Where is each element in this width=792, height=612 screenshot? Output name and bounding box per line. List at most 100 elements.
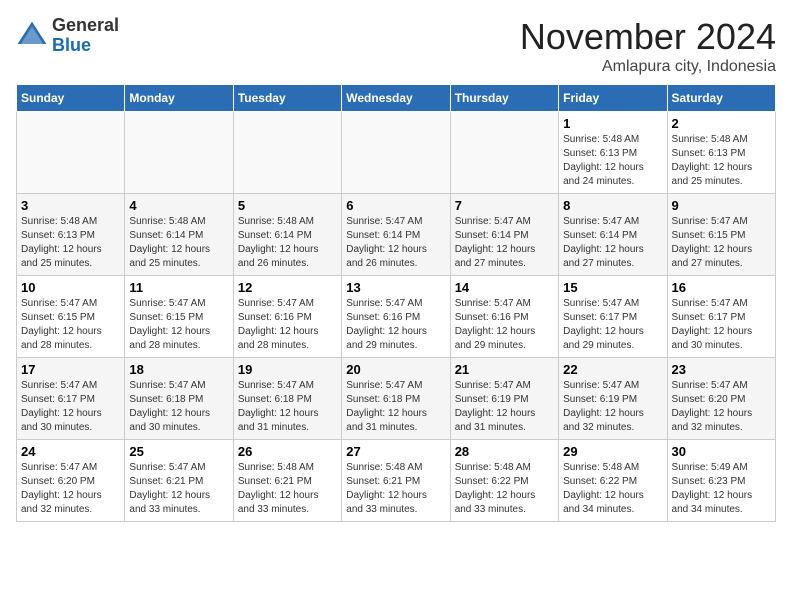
calendar-table: SundayMondayTuesdayWednesdayThursdayFrid…: [16, 84, 776, 522]
day-info: Sunrise: 5:48 AM Sunset: 6:14 PM Dayligh…: [238, 215, 337, 271]
month-year-title: November 2024: [520, 16, 776, 58]
calendar-cell: [233, 112, 341, 194]
day-number: 19: [238, 362, 337, 377]
day-number: 27: [346, 444, 445, 459]
calendar-cell: 3 Sunrise: 5:48 AM Sunset: 6:13 PM Daylig…: [17, 194, 125, 276]
calendar-cell: 11 Sunrise: 5:47 AM Sunset: 6:15 PM Dayli…: [125, 276, 233, 358]
calendar-cell: 5 Sunrise: 5:48 AM Sunset: 6:14 PM Daylig…: [233, 194, 341, 276]
logo: General Blue: [16, 16, 119, 56]
day-number: 23: [672, 362, 771, 377]
week-row-5: 24Sunrise: 5:47 AM Sunset: 6:20 PM Dayli…: [17, 440, 776, 522]
day-info: Sunrise: 5:48 AM Sunset: 6:13 PM Dayligh…: [563, 133, 662, 189]
week-row-2: 3 Sunrise: 5:48 AM Sunset: 6:13 PM Daylig…: [17, 194, 776, 276]
calendar-cell: 2 Sunrise: 5:48 AM Sunset: 6:13 PM Daylig…: [667, 112, 775, 194]
day-number: 13: [346, 280, 445, 295]
day-number: 3: [21, 198, 120, 213]
day-number: 28: [455, 444, 554, 459]
day-info: Sunrise: 5:47 AM Sunset: 6:19 PM Dayligh…: [455, 379, 554, 435]
day-info: Sunrise: 5:47 AM Sunset: 6:16 PM Dayligh…: [455, 297, 554, 353]
calendar-cell: 9 Sunrise: 5:47 AM Sunset: 6:15 PM Daylig…: [667, 194, 775, 276]
weekday-header-wednesday: Wednesday: [342, 85, 450, 112]
calendar-cell: 10 Sunrise: 5:47 AM Sunset: 6:15 PM Dayli…: [17, 276, 125, 358]
calendar-cell: 8 Sunrise: 5:47 AM Sunset: 6:14 PM Daylig…: [559, 194, 667, 276]
day-number: 4: [129, 198, 228, 213]
day-number: 15: [563, 280, 662, 295]
day-number: 1: [563, 116, 662, 131]
day-info: Sunrise: 5:48 AM Sunset: 6:21 PM Dayligh…: [238, 461, 337, 517]
day-number: 6: [346, 198, 445, 213]
day-info: Sunrise: 5:47 AM Sunset: 6:14 PM Dayligh…: [563, 215, 662, 271]
day-info: Sunrise: 5:47 AM Sunset: 6:18 PM Dayligh…: [129, 379, 228, 435]
day-number: 20: [346, 362, 445, 377]
day-number: 17: [21, 362, 120, 377]
day-number: 16: [672, 280, 771, 295]
logo-general-text: General: [52, 15, 119, 35]
day-info: Sunrise: 5:48 AM Sunset: 6:21 PM Dayligh…: [346, 461, 445, 517]
calendar-cell: 18 Sunrise: 5:47 AM Sunset: 6:18 PM Dayli…: [125, 358, 233, 440]
day-number: 26: [238, 444, 337, 459]
calendar-cell: 14 Sunrise: 5:47 AM Sunset: 6:16 PM Dayli…: [450, 276, 558, 358]
calendar-cell: 17 Sunrise: 5:47 AM Sunset: 6:17 PM Dayli…: [17, 358, 125, 440]
calendar-cell: 13Sunrise: 5:47 AM Sunset: 6:16 PM Dayli…: [342, 276, 450, 358]
calendar-cell: 15Sunrise: 5:47 AM Sunset: 6:17 PM Dayli…: [559, 276, 667, 358]
calendar-cell: [125, 112, 233, 194]
day-number: 29: [563, 444, 662, 459]
day-number: 18: [129, 362, 228, 377]
day-info: Sunrise: 5:47 AM Sunset: 6:21 PM Dayligh…: [129, 461, 228, 517]
day-info: Sunrise: 5:49 AM Sunset: 6:23 PM Dayligh…: [672, 461, 771, 517]
calendar-cell: 25 Sunrise: 5:47 AM Sunset: 6:21 PM Dayli…: [125, 440, 233, 522]
day-info: Sunrise: 5:48 AM Sunset: 6:13 PM Dayligh…: [21, 215, 120, 271]
calendar-cell: 19 Sunrise: 5:47 AM Sunset: 6:18 PM Dayli…: [233, 358, 341, 440]
day-number: 10: [21, 280, 120, 295]
day-number: 30: [672, 444, 771, 459]
calendar-cell: [342, 112, 450, 194]
day-info: Sunrise: 5:47 AM Sunset: 6:16 PM Dayligh…: [238, 297, 337, 353]
day-number: 14: [455, 280, 554, 295]
day-info: Sunrise: 5:47 AM Sunset: 6:15 PM Dayligh…: [672, 215, 771, 271]
calendar-cell: 16 Sunrise: 5:47 AM Sunset: 6:17 PM Dayli…: [667, 276, 775, 358]
day-info: Sunrise: 5:48 AM Sunset: 6:13 PM Dayligh…: [672, 133, 771, 189]
weekday-header-monday: Monday: [125, 85, 233, 112]
day-number: 22: [563, 362, 662, 377]
day-number: 25: [129, 444, 228, 459]
day-info: Sunrise: 5:47 AM Sunset: 6:18 PM Dayligh…: [238, 379, 337, 435]
weekday-header-row: SundayMondayTuesdayWednesdayThursdayFrid…: [17, 85, 776, 112]
logo-blue-text: Blue: [52, 35, 91, 55]
day-number: 9: [672, 198, 771, 213]
day-info: Sunrise: 5:47 AM Sunset: 6:15 PM Dayligh…: [21, 297, 120, 353]
day-number: 7: [455, 198, 554, 213]
day-info: Sunrise: 5:47 AM Sunset: 6:14 PM Dayligh…: [455, 215, 554, 271]
day-info: Sunrise: 5:47 AM Sunset: 6:15 PM Dayligh…: [129, 297, 228, 353]
day-info: Sunrise: 5:47 AM Sunset: 6:20 PM Dayligh…: [672, 379, 771, 435]
day-info: Sunrise: 5:47 AM Sunset: 6:19 PM Dayligh…: [563, 379, 662, 435]
logo-icon: [16, 20, 48, 52]
week-row-3: 10 Sunrise: 5:47 AM Sunset: 6:15 PM Dayli…: [17, 276, 776, 358]
day-number: 2: [672, 116, 771, 131]
calendar-cell: 4Sunrise: 5:48 AM Sunset: 6:14 PM Daylig…: [125, 194, 233, 276]
day-info: Sunrise: 5:47 AM Sunset: 6:20 PM Dayligh…: [21, 461, 120, 517]
calendar-cell: 21 Sunrise: 5:47 AM Sunset: 6:19 PM Dayli…: [450, 358, 558, 440]
location-subtitle: Amlapura city, Indonesia: [520, 58, 776, 76]
calendar-cell: 22 Sunrise: 5:47 AM Sunset: 6:19 PM Dayli…: [559, 358, 667, 440]
day-info: Sunrise: 5:47 AM Sunset: 6:14 PM Dayligh…: [346, 215, 445, 271]
day-info: Sunrise: 5:47 AM Sunset: 6:17 PM Dayligh…: [672, 297, 771, 353]
calendar-cell: 23 Sunrise: 5:47 AM Sunset: 6:20 PM Dayli…: [667, 358, 775, 440]
calendar-cell: 7 Sunrise: 5:47 AM Sunset: 6:14 PM Daylig…: [450, 194, 558, 276]
calendar-cell: [17, 112, 125, 194]
calendar-cell: 30 Sunrise: 5:49 AM Sunset: 6:23 PM Dayli…: [667, 440, 775, 522]
day-number: 8: [563, 198, 662, 213]
weekday-header-tuesday: Tuesday: [233, 85, 341, 112]
calendar-cell: 27 Sunrise: 5:48 AM Sunset: 6:21 PM Dayli…: [342, 440, 450, 522]
day-number: 11: [129, 280, 228, 295]
calendar-cell: 1 Sunrise: 5:48 AM Sunset: 6:13 PM Daylig…: [559, 112, 667, 194]
day-info: Sunrise: 5:47 AM Sunset: 6:17 PM Dayligh…: [21, 379, 120, 435]
weekday-header-sunday: Sunday: [17, 85, 125, 112]
page-header: General Blue November 2024 Amlapura city…: [16, 16, 776, 76]
day-number: 21: [455, 362, 554, 377]
day-number: 5: [238, 198, 337, 213]
title-block: November 2024 Amlapura city, Indonesia: [520, 16, 776, 76]
weekday-header-saturday: Saturday: [667, 85, 775, 112]
day-info: Sunrise: 5:48 AM Sunset: 6:22 PM Dayligh…: [455, 461, 554, 517]
day-info: Sunrise: 5:47 AM Sunset: 6:18 PM Dayligh…: [346, 379, 445, 435]
calendar-cell: 20 Sunrise: 5:47 AM Sunset: 6:18 PM Dayli…: [342, 358, 450, 440]
